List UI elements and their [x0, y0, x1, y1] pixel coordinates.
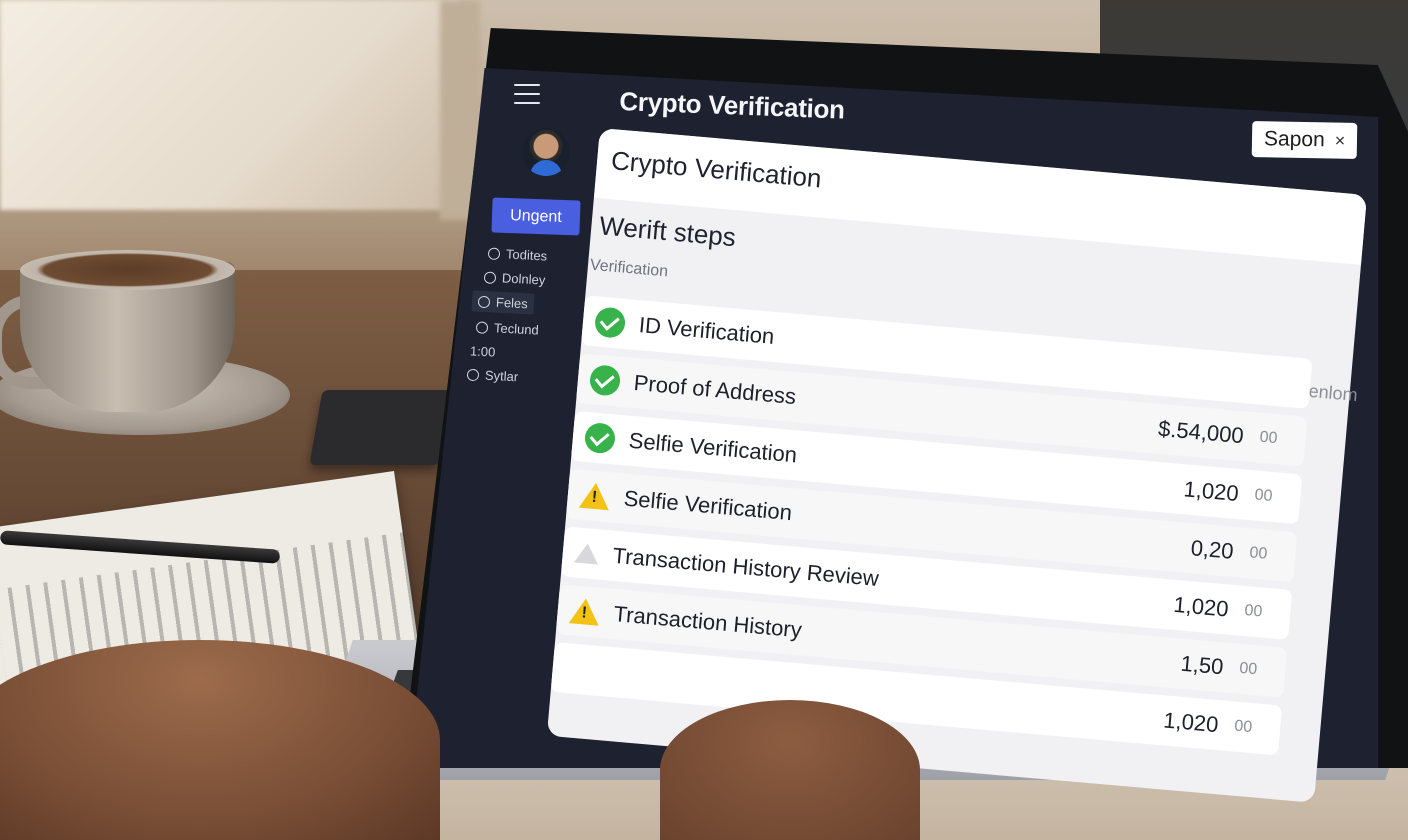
hamburger-menu-icon[interactable]	[514, 84, 540, 104]
sidebar-item-feles[interactable]: Feles	[471, 290, 535, 315]
pending-icon	[574, 542, 600, 565]
sidebar-item-label: Todites	[505, 246, 548, 264]
warning-icon	[578, 481, 611, 511]
step-amount: $.54,000	[1157, 415, 1245, 449]
window-light	[0, 0, 460, 210]
item-icon	[466, 368, 480, 381]
check-icon	[583, 421, 617, 455]
step-unit: 00	[1233, 717, 1253, 737]
step-amount: 1,020	[1182, 476, 1240, 506]
step-amount: 1,020	[1172, 591, 1230, 622]
step-amount: 1,50	[1179, 650, 1225, 680]
sidebar-item-label: Dolnley	[501, 270, 546, 288]
check-icon	[593, 306, 627, 339]
check-icon	[588, 364, 622, 397]
right-hand	[660, 700, 920, 840]
step-amount: 0,20	[1189, 535, 1235, 564]
item-icon	[477, 295, 491, 308]
user-name: Sapon	[1263, 127, 1325, 152]
user-chip[interactable]: Sapon ×	[1251, 121, 1358, 159]
sidebar-item-dolnley[interactable]: Dolnley	[483, 269, 546, 288]
step-amount	[1129, 368, 1249, 378]
step-unit: 00	[1248, 544, 1269, 563]
step-unit: 00	[1258, 428, 1279, 448]
coffee-cup-rim	[20, 250, 235, 290]
urgent-button[interactable]: Ungent	[491, 197, 581, 236]
step-unit: 00	[1243, 602, 1263, 621]
step-unit	[1249, 378, 1299, 382]
step-unit: 00	[1238, 659, 1258, 679]
sidebar-item-sytlar[interactable]: Sytlar	[466, 367, 519, 385]
close-icon[interactable]: ×	[1335, 130, 1346, 151]
item-icon	[487, 246, 501, 260]
item-icon	[483, 270, 497, 284]
sidebar-item-teclund[interactable]: Teclund	[475, 319, 540, 338]
sidebar-item-time[interactable]: 1:00	[470, 343, 496, 359]
sidebar-item-label: Teclund	[493, 320, 540, 338]
sidebar-item-label: Sytlar	[484, 367, 519, 385]
avatar[interactable]	[522, 128, 570, 176]
item-icon	[475, 320, 489, 334]
sidebar-item-todites[interactable]: Todites	[487, 245, 548, 264]
empty-status	[563, 653, 596, 686]
step-unit: 00	[1253, 486, 1274, 505]
smartphone	[309, 390, 453, 465]
warning-icon	[568, 597, 601, 626]
verification-card: Crypto Verification Werift steps Verific…	[546, 128, 1368, 803]
sidebar-item-label: 1:00	[469, 343, 496, 360]
sidebar-item-label: Feles	[495, 294, 529, 312]
step-amount: 1,020	[1162, 707, 1220, 738]
